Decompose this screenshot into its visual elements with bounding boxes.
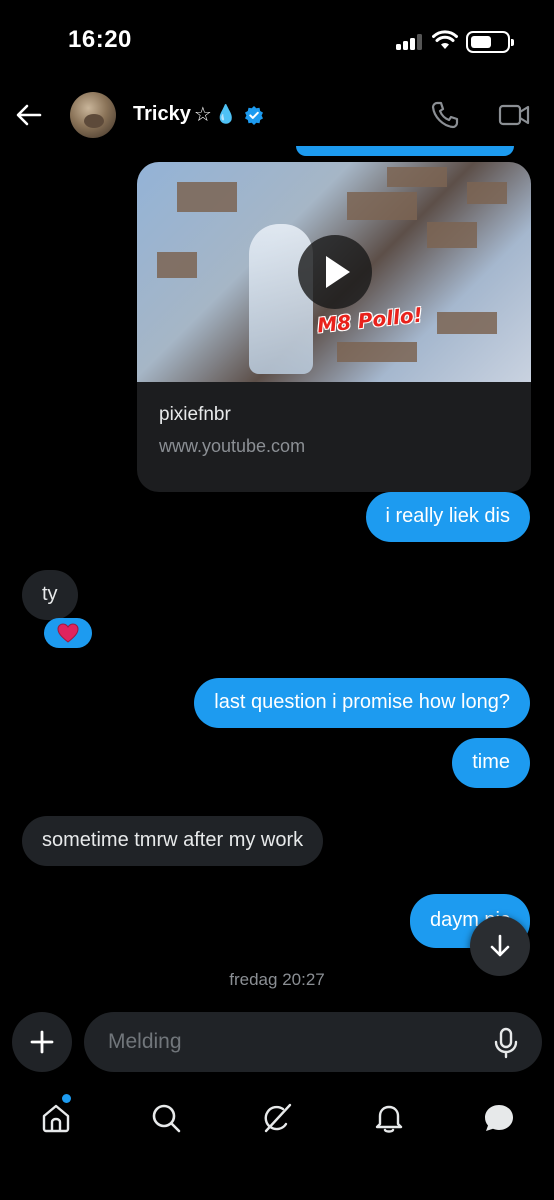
microphone-icon [494, 1027, 518, 1059]
conversation-header: Tricky ☆ 💧 [0, 80, 554, 152]
video-camera-icon [498, 104, 530, 126]
message-input[interactable] [84, 1012, 542, 1072]
verified-badge-icon [245, 105, 264, 125]
home-icon [42, 1104, 70, 1133]
nav-messages[interactable] [481, 1100, 517, 1136]
video-call-button[interactable] [498, 102, 530, 133]
add-attachment-button[interactable] [12, 1012, 72, 1072]
message-bubble-outgoing[interactable]: time [452, 738, 530, 788]
bell-icon [375, 1105, 403, 1133]
avatar[interactable] [70, 92, 116, 138]
previous-message-bubble[interactable] [296, 146, 514, 156]
droplet-emoji: 💧 [214, 104, 238, 124]
status-time: 16:20 [68, 26, 132, 53]
star-symbol: ☆ [193, 104, 212, 126]
bottom-navigation [0, 1084, 554, 1154]
contact-name[interactable]: Tricky ☆ 💧 [133, 102, 264, 127]
nav-search[interactable] [148, 1100, 184, 1136]
plus-icon [30, 1030, 54, 1054]
voice-message-button[interactable] [490, 1026, 522, 1060]
link-preview-card[interactable]: M8 Pollo! pixiefnbr www.youtube.com [137, 162, 531, 492]
grok-icon [264, 1103, 292, 1133]
notification-dot [62, 1094, 71, 1103]
message-bubble-outgoing[interactable]: i really liek dis [365, 492, 530, 542]
nav-grok[interactable] [259, 1100, 295, 1136]
heart-reaction[interactable] [44, 618, 92, 648]
play-button[interactable] [298, 235, 372, 309]
arrow-down-icon [490, 934, 510, 957]
message-bubble-incoming[interactable]: ty [22, 570, 78, 620]
link-url: www.youtube.com [159, 436, 306, 456]
wifi-icon [432, 30, 458, 49]
video-thumbnail[interactable]: M8 Pollo! [137, 162, 531, 382]
status-bar: 16:20 [0, 0, 554, 80]
nav-home[interactable] [38, 1100, 74, 1136]
nav-notifications[interactable] [371, 1100, 407, 1136]
message-composer [0, 1010, 554, 1074]
message-thread[interactable]: M8 Pollo! pixiefnbr www.youtube.com i re… [0, 146, 554, 1000]
search-icon [152, 1104, 181, 1133]
link-title: pixiefnbr [159, 404, 231, 425]
scroll-to-bottom-button[interactable] [470, 916, 530, 976]
phone-icon [431, 101, 459, 129]
battery-icon [466, 31, 514, 53]
message-timestamp: fredag 20:27 [229, 970, 325, 989]
back-button[interactable] [12, 98, 46, 132]
message-bubble-outgoing[interactable]: last question i promise how long? [194, 678, 530, 728]
heart-icon [57, 623, 79, 643]
messages-icon [485, 1105, 513, 1131]
arrow-left-icon [16, 104, 42, 126]
call-button[interactable] [430, 100, 460, 135]
signal-icon [396, 34, 424, 50]
contact-name-text: Tricky [133, 103, 191, 125]
message-bubble-incoming[interactable]: sometime tmrw after my work [22, 816, 324, 866]
